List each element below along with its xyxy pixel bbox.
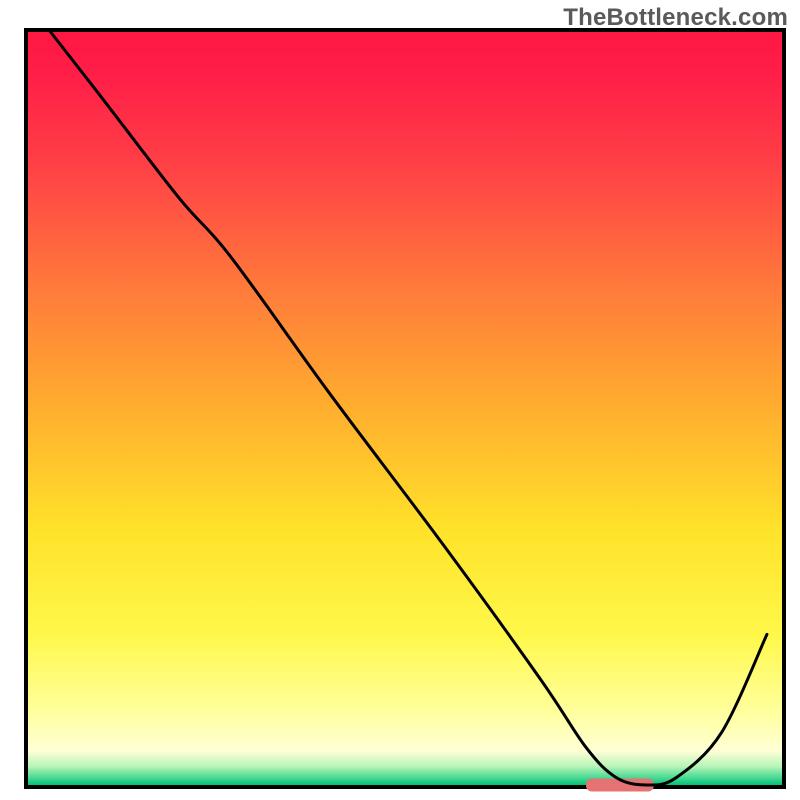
- chart-svg: [0, 0, 800, 800]
- plot-background: [28, 32, 782, 785]
- chart-container: TheBottleneck.com: [0, 0, 800, 800]
- watermark-text: TheBottleneck.com: [563, 4, 788, 32]
